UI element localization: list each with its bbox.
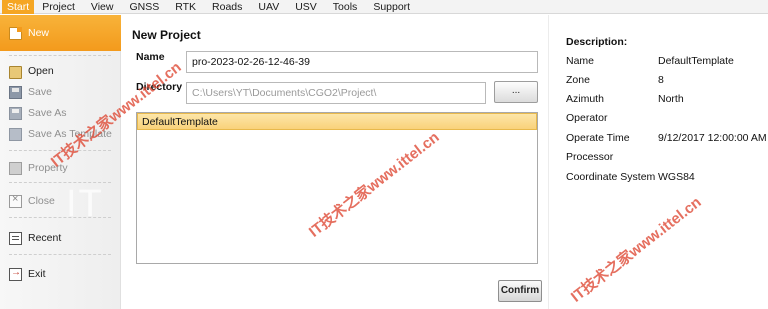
menu-bar: Start Project View GNSS RTK Roads UAV US…	[0, 0, 768, 14]
description-key: Name	[566, 55, 595, 67]
start-sidebar: New Open Save Save As Save As Template P…	[0, 15, 121, 309]
description-value: North	[658, 93, 684, 105]
directory-label: Directory	[136, 81, 183, 93]
menu-uav[interactable]: UAV	[250, 0, 287, 14]
exit-icon	[9, 267, 22, 281]
description-panel: Description: Name DefaultTemplate Zone 8…	[548, 15, 768, 309]
new-file-icon	[9, 26, 22, 40]
description-key: Operator	[566, 112, 608, 124]
menu-usv[interactable]: USV	[287, 0, 325, 14]
description-row: Zone 8	[566, 74, 766, 88]
sidebar-item-save-as-template[interactable]: Save As Template	[0, 124, 118, 144]
browse-button[interactable]: ...	[494, 81, 538, 103]
confirm-button[interactable]: Confirm	[498, 280, 542, 302]
sidebar-item-exit[interactable]: Exit	[0, 264, 118, 284]
menu-project[interactable]: Project	[34, 0, 83, 14]
description-value: 8	[658, 74, 664, 86]
app-window: Start Project View GNSS RTK Roads UAV US…	[0, 0, 768, 309]
sidebar-item-label: New	[28, 27, 50, 39]
sidebar-item-close[interactable]: Close	[0, 191, 118, 211]
save-as-icon	[9, 106, 22, 120]
sidebar-item-label: Exit	[28, 268, 46, 280]
page-title: New Project	[132, 28, 201, 42]
description-key: Coordinate System	[566, 171, 656, 183]
sidebar-divider	[9, 150, 111, 151]
recent-icon	[9, 231, 22, 245]
sidebar-item-save[interactable]: Save	[0, 82, 118, 102]
sidebar-item-label: Property	[28, 162, 68, 174]
save-icon	[9, 85, 22, 99]
sidebar-item-label: Close	[28, 195, 55, 207]
sidebar-item-label: Save	[28, 86, 52, 98]
description-key: Zone	[566, 74, 590, 86]
directory-input[interactable]: C:\Users\YT\Documents\CGO2\Project\	[186, 82, 486, 104]
sidebar-item-label: Save As Template	[28, 128, 112, 140]
menu-rtk[interactable]: RTK	[167, 0, 204, 14]
sidebar-divider	[9, 182, 111, 183]
sidebar-divider	[9, 217, 111, 218]
sidebar-divider	[9, 254, 111, 255]
description-row: Operate Time 9/12/2017 12:00:00 AM	[566, 132, 767, 146]
description-key: Processor	[566, 151, 614, 163]
description-row: Coordinate System WGS84	[566, 171, 766, 185]
sidebar-item-property[interactable]: Property	[0, 158, 118, 178]
description-row: Name DefaultTemplate	[566, 55, 766, 69]
sidebar-item-label: Save As	[28, 107, 67, 119]
new-project-panel: New Project Name pro-2023-02-26-12-46-39…	[121, 15, 548, 309]
sidebar-item-recent[interactable]: Recent	[0, 228, 118, 248]
menu-start[interactable]: Start	[2, 0, 35, 14]
property-icon	[9, 161, 22, 175]
menu-tools[interactable]: Tools	[325, 0, 366, 14]
sidebar-item-open[interactable]: Open	[0, 61, 118, 81]
save-template-icon	[9, 127, 22, 141]
description-row: Azimuth North	[566, 93, 766, 107]
description-value: 9/12/2017 12:00:00 AM	[658, 132, 767, 144]
close-icon	[9, 193, 22, 208]
sidebar-item-label: Open	[28, 65, 54, 77]
description-key: Azimuth	[566, 93, 604, 105]
menu-roads[interactable]: Roads	[204, 0, 250, 14]
menu-support[interactable]: Support	[365, 0, 418, 14]
description-value: DefaultTemplate	[658, 55, 734, 67]
sidebar-item-save-as[interactable]: Save As	[0, 103, 118, 123]
project-name-input[interactable]: pro-2023-02-26-12-46-39	[186, 51, 538, 73]
template-list[interactable]: DefaultTemplate	[136, 112, 538, 264]
name-label: Name	[136, 51, 165, 63]
open-folder-icon	[9, 65, 22, 79]
sidebar-divider	[9, 55, 111, 56]
description-key: Operate Time	[566, 132, 630, 144]
description-row: Processor	[566, 151, 766, 165]
sidebar-item-label: Recent	[28, 232, 62, 244]
description-title: Description:	[566, 36, 628, 48]
sidebar-item-new[interactable]: New	[0, 15, 121, 51]
menu-view[interactable]: View	[83, 0, 122, 14]
description-value: WGS84	[658, 171, 695, 183]
menu-gnss[interactable]: GNSS	[121, 0, 167, 14]
template-list-item[interactable]: DefaultTemplate	[137, 113, 537, 130]
description-row: Operator	[566, 112, 766, 126]
